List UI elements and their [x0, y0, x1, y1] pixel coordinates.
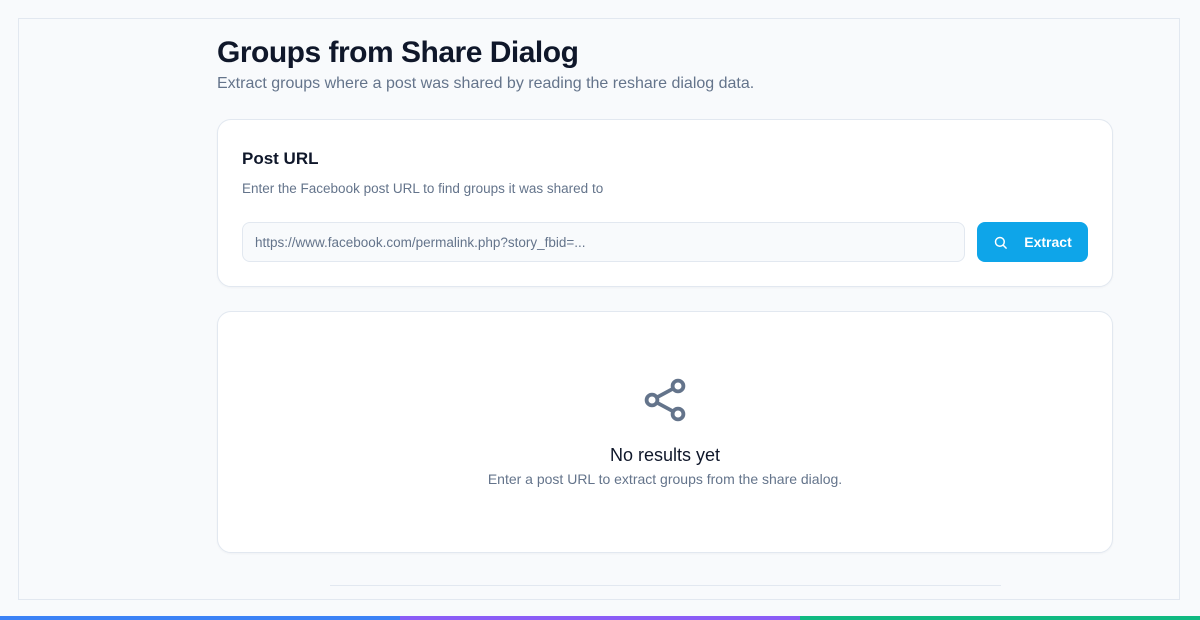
card-title: Post URL [242, 149, 319, 168]
bottom-bar-segment-green [800, 616, 1200, 620]
bottom-bar-segment-purple [400, 616, 800, 620]
results-card: No results yet Enter a post URL to extra… [217, 311, 1113, 553]
extract-button[interactable]: Extract [977, 222, 1088, 262]
bottom-bar-segment-blue [0, 616, 400, 620]
search-icon [995, 236, 1008, 249]
bottom-gradient-bar [0, 616, 1200, 620]
post-url-card: Post URL Enter the Facebook post URL to … [217, 119, 1113, 287]
page-title: Groups from Share Dialog [217, 36, 579, 69]
post-url-input[interactable] [242, 222, 965, 262]
empty-state-title: No results yet [609, 445, 721, 465]
extract-button-label: Extract [1024, 234, 1072, 250]
page-subtitle: Extract groups where a post was shared b… [217, 75, 755, 92]
card-description: Enter the Facebook post URL to find grou… [242, 181, 604, 196]
footer-divider [330, 585, 1001, 586]
share-icon [644, 378, 686, 422]
empty-state-description: Enter a post URL to extract groups from … [487, 471, 843, 487]
